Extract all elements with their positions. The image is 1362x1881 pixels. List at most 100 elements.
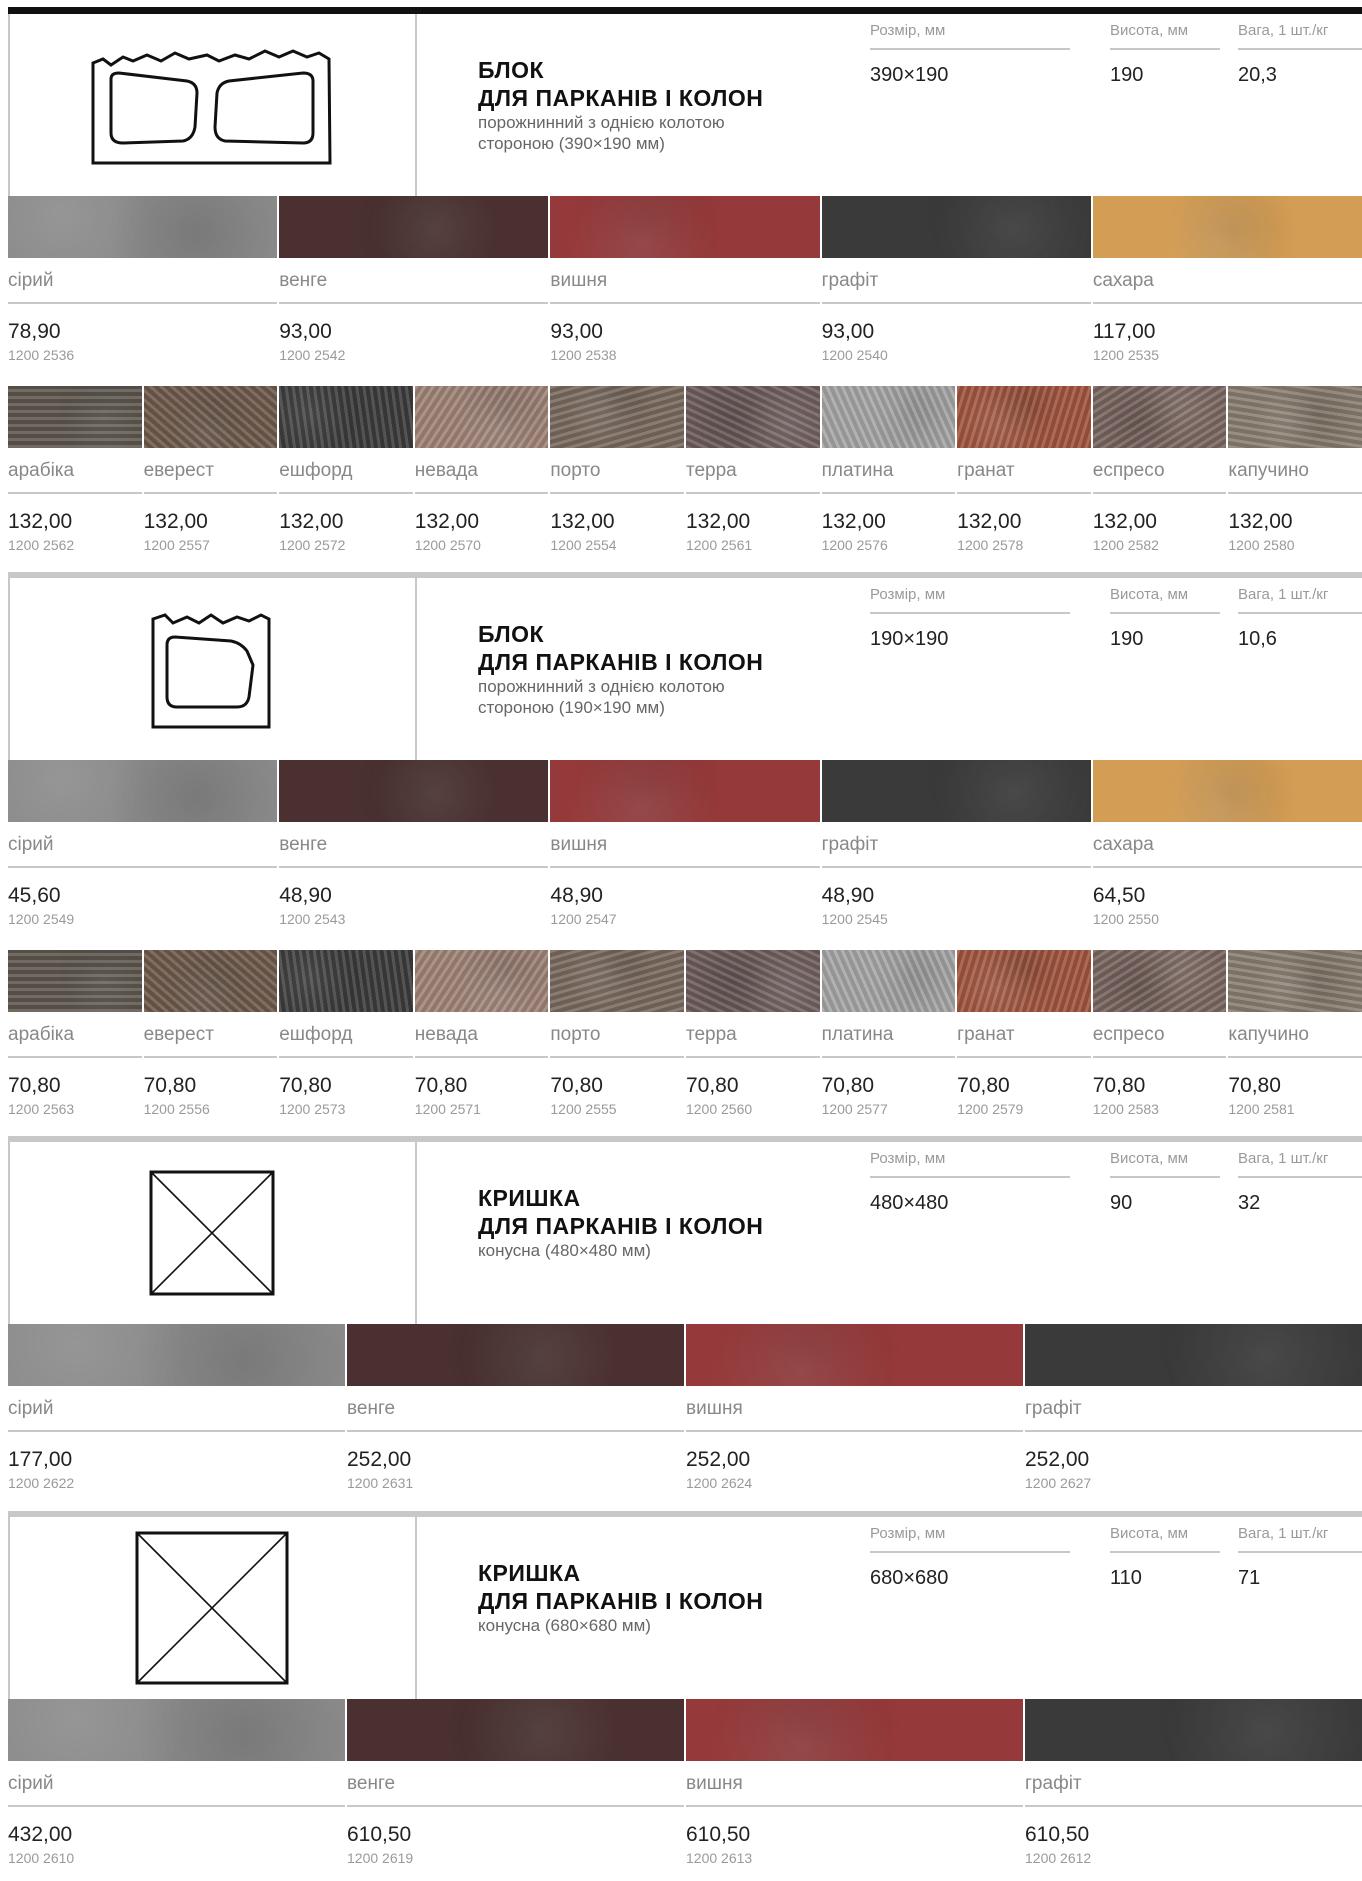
price-cell: 45,60 1200 2549 xyxy=(8,868,277,930)
header-divider xyxy=(415,14,417,196)
mixed-price-row: 70,80 1200 2563 70,80 1200 2556 70,80 1200 25… xyxy=(8,1058,1362,1120)
spec-size-value: 480×480 xyxy=(870,1192,949,1214)
price: 132,00 xyxy=(1092,510,1157,533)
color-name: платина xyxy=(821,1012,956,1058)
color-name: порто xyxy=(550,1012,684,1058)
product-title-line2: ДЛЯ ПАРКАНІВ І КОЛОН xyxy=(478,85,764,111)
mixed-price-row: 132,00 1200 2562 132,00 1200 2557 132,00 1200… xyxy=(8,494,1362,556)
price: 132,00 xyxy=(414,510,480,533)
color-swatch xyxy=(550,196,820,258)
solid-name-row: сірий венге вишня графіт xyxy=(8,1386,1362,1432)
price: 70,80 xyxy=(279,1074,332,1097)
article-code: 1200 2555 xyxy=(550,1101,617,1117)
color-name: порто xyxy=(550,448,684,494)
price-cell: 70,80 1200 2555 xyxy=(550,1058,684,1120)
price-cell: 610,50 1200 2612 xyxy=(1025,1807,1362,1869)
price-cell: 48,90 1200 2545 xyxy=(822,868,1091,930)
price-cell: 48,90 1200 2543 xyxy=(279,868,548,930)
price: 70,80 xyxy=(1092,1074,1146,1097)
solid-price-row: 432,00 1200 2610 610,50 1200 2619 610,50 1200… xyxy=(8,1807,1362,1869)
spec-weight: Вага, 1 шт./кг 10,6 xyxy=(1238,586,1362,651)
product-header: БЛОК ДЛЯ ПАРКАНІВ І КОЛОН порожнинний з од… xyxy=(8,578,1362,760)
price-cell: 252,00 1200 2627 xyxy=(1025,1432,1362,1494)
price: 70,80 xyxy=(1228,1074,1281,1097)
single-hollow-block-icon xyxy=(8,578,415,760)
price-cell: 132,00 1200 2580 xyxy=(1228,494,1362,556)
color-swatch xyxy=(1228,950,1362,1012)
price: 132,00 xyxy=(143,510,208,533)
solid-swatch-row xyxy=(8,1324,1362,1386)
spec-weight-value: 20,3 xyxy=(1238,64,1277,86)
catalog-page: БЛОК ДЛЯ ПАРКАНІВ І КОЛОН порожнинний з од… xyxy=(8,0,1362,1881)
spec-size-label: Розмір, мм xyxy=(870,22,1070,50)
color-name: сахара xyxy=(1092,822,1362,868)
price: 117,00 xyxy=(1092,320,1156,343)
price-cell: 70,80 1200 2556 xyxy=(144,1058,278,1120)
article-code: 1200 2556 xyxy=(143,1101,210,1117)
spec-height-value: 110 xyxy=(1110,1567,1142,1589)
color-name: арабіка xyxy=(8,448,142,494)
spec-weight: Вага, 1 шт./кг 71 xyxy=(1238,1525,1362,1590)
product-title-line1: КРИШКА xyxy=(478,1185,581,1211)
price-cell: 70,80 1200 2560 xyxy=(686,1058,820,1120)
spec-weight: Вага, 1 шт./кг 32 xyxy=(1238,1150,1362,1215)
spec-weight-label: Вага, 1 шт./кг xyxy=(1238,586,1362,614)
price-cell: 70,80 1200 2563 xyxy=(8,1058,142,1120)
price-cell: 252,00 1200 2624 xyxy=(686,1432,1023,1494)
color-swatch xyxy=(8,1699,345,1761)
color-swatch xyxy=(1092,196,1362,258)
double-hollow-block-icon xyxy=(8,14,415,196)
price-cell: 432,00 1200 2610 xyxy=(8,1807,345,1869)
article-code: 1200 2578 xyxy=(957,537,1024,553)
spec-height-label: Висота, мм xyxy=(1110,586,1220,614)
article-code: 1200 2538 xyxy=(550,347,617,363)
spec-size: Розмір, мм 390×190 xyxy=(870,22,1070,87)
color-swatch xyxy=(686,1699,1023,1761)
price-cell: 132,00 1200 2557 xyxy=(144,494,278,556)
product-subtitle-line1: порожнинний з однією колотою xyxy=(478,677,725,696)
price: 132,00 xyxy=(8,510,73,533)
color-swatch xyxy=(347,1699,684,1761)
product-title-block: БЛОК ДЛЯ ПАРКАНІВ І КОЛОН порожнинний з од… xyxy=(478,620,878,718)
color-name: арабіка xyxy=(8,1012,142,1058)
price-cell: 70,80 1200 2577 xyxy=(822,1058,956,1120)
article-code: 1200 2631 xyxy=(347,1475,414,1491)
color-swatch xyxy=(685,950,820,1012)
article-code: 1200 2580 xyxy=(1228,537,1295,553)
price-cell: 70,80 1200 2571 xyxy=(415,1058,549,1120)
article-code: 1200 2610 xyxy=(8,1850,75,1866)
header-divider xyxy=(415,1142,417,1324)
article-code: 1200 2560 xyxy=(685,1101,753,1117)
color-swatch xyxy=(8,950,142,1012)
solid-swatch-row xyxy=(8,1699,1362,1761)
color-name: вишня xyxy=(550,258,820,304)
price: 93,00 xyxy=(550,320,603,343)
product-header: КРИШКА ДЛЯ ПАРКАНІВ І КОЛОН конусна (480×4… xyxy=(8,1142,1362,1324)
article-code: 1200 2624 xyxy=(686,1475,753,1491)
article-code: 1200 2581 xyxy=(1228,1101,1295,1117)
color-name: терра xyxy=(685,1012,820,1058)
mixed-swatch-row xyxy=(8,950,1362,1012)
price: 610,50 xyxy=(1025,1823,1090,1846)
article-code: 1200 2557 xyxy=(143,537,210,553)
price: 70,80 xyxy=(550,1074,603,1097)
article-code: 1200 2540 xyxy=(821,347,888,363)
header-divider xyxy=(415,578,417,760)
price: 64,50 xyxy=(1092,884,1146,907)
color-swatch xyxy=(8,196,278,258)
spec-height: Висота, мм 110 xyxy=(1110,1525,1220,1590)
price-cell: 70,80 1200 2573 xyxy=(279,1058,413,1120)
color-swatch xyxy=(279,386,413,448)
color-swatch xyxy=(550,386,684,448)
article-code: 1200 2535 xyxy=(1092,347,1159,363)
price: 48,90 xyxy=(821,884,875,907)
price: 70,80 xyxy=(821,1074,875,1097)
color-swatch xyxy=(821,950,956,1012)
spec-weight-value: 71 xyxy=(1238,1567,1261,1589)
color-name: графіт xyxy=(821,258,1091,304)
article-code: 1200 2573 xyxy=(279,1101,346,1117)
price-cell: 132,00 1200 2561 xyxy=(686,494,820,556)
article-code: 1200 2613 xyxy=(686,1850,753,1866)
color-swatch xyxy=(414,950,549,1012)
article-code: 1200 2576 xyxy=(821,537,888,553)
